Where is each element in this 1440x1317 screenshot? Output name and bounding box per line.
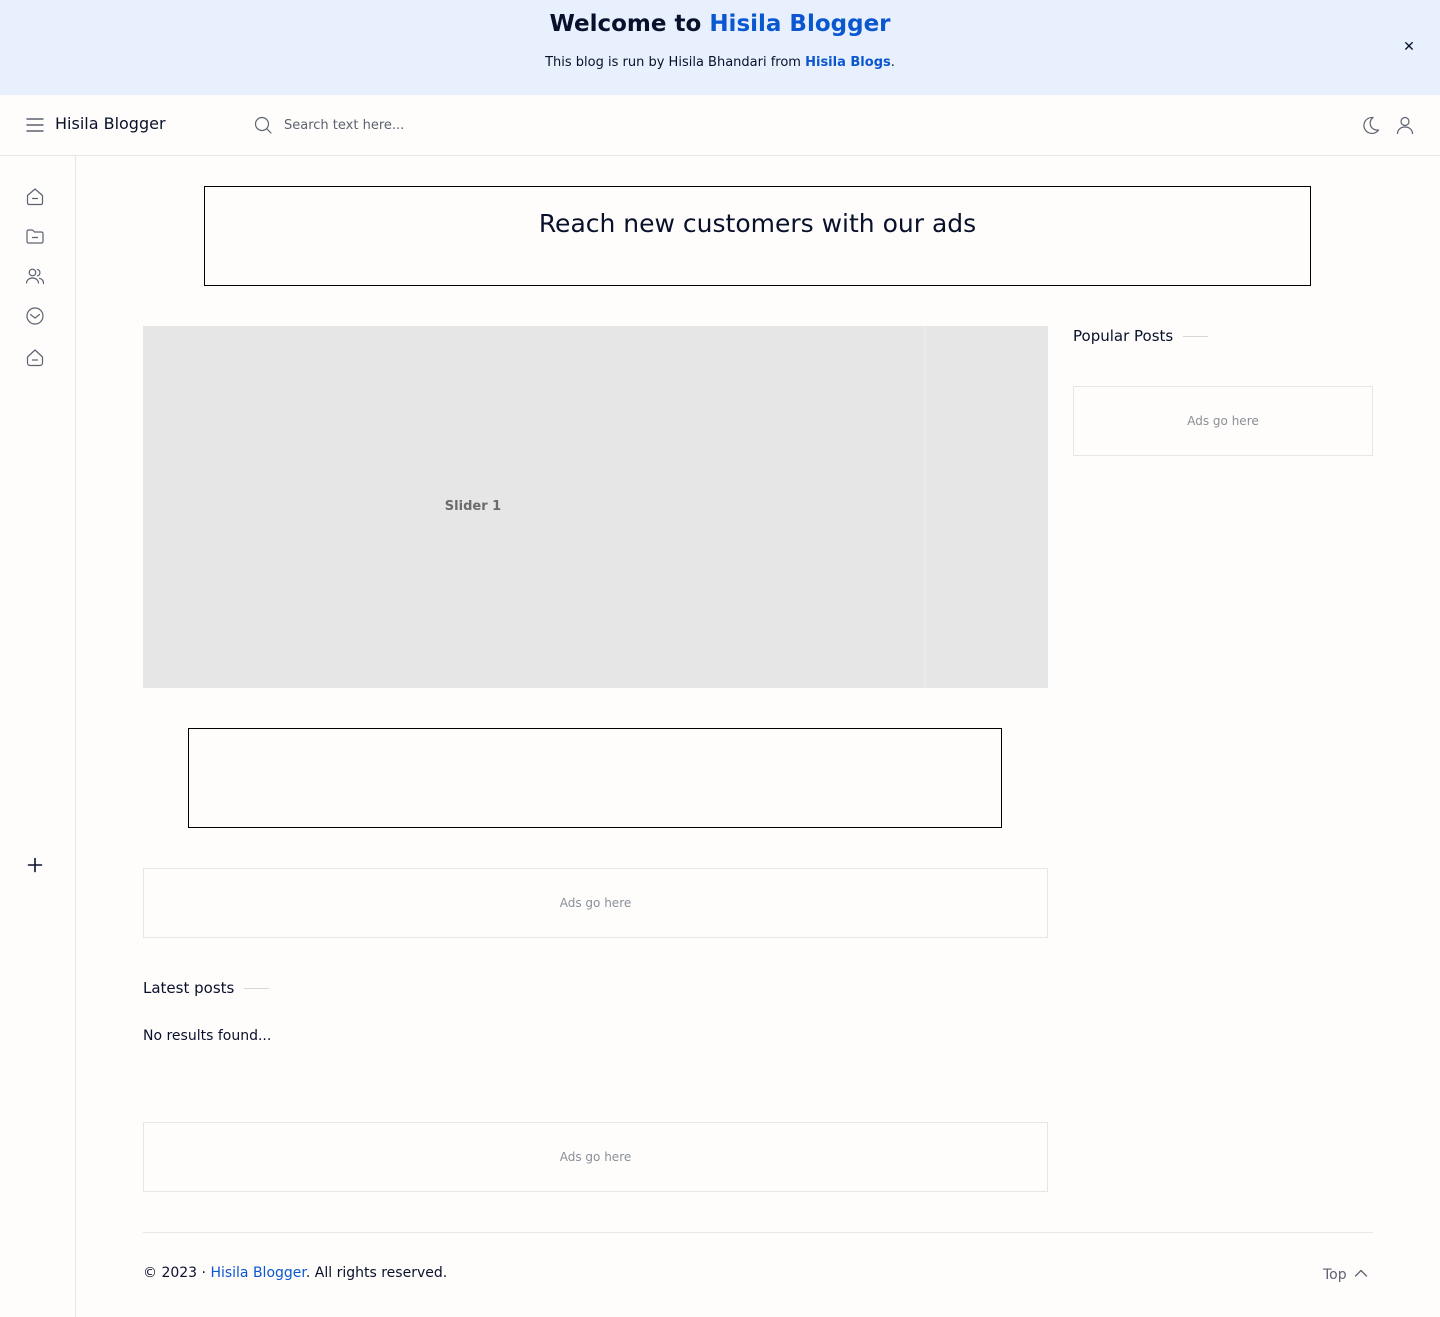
slider-next-edge [924, 326, 926, 688]
top-banner-text: Reach new customers with our ads [538, 209, 977, 238]
popular-posts-title: Popular Posts [1073, 327, 1174, 345]
featured-slider[interactable]: Slider 1 [143, 326, 1048, 688]
moon-icon[interactable] [1360, 114, 1382, 136]
heading-rule [1183, 336, 1209, 337]
welcome-subtitle: This blog is run by Hisila Bhandari from… [0, 55, 1440, 70]
ad-slot-main-1[interactable]: Ads go here [143, 868, 1048, 938]
latest-posts-heading: Latest posts [143, 979, 270, 997]
side-rail [0, 156, 76, 1317]
ad-slot-text: Ads go here [1187, 414, 1259, 428]
copyright-suffix: . All rights reserved. [305, 1265, 448, 1281]
back-to-top-button[interactable]: Top [1323, 1265, 1369, 1283]
close-icon[interactable]: ✕ [1400, 38, 1418, 56]
copyright-prefix: © 2023 · [143, 1265, 206, 1281]
mid-banner-ad[interactable] [188, 728, 1002, 828]
slider-label: Slider 1 [444, 499, 502, 514]
heading-rule [244, 988, 270, 989]
subtitle-prefix: This blog is run by Hisila Bhandari from [545, 55, 801, 70]
search-input[interactable] [284, 112, 784, 138]
ad-slot-main-2[interactable]: Ads go here [143, 1122, 1048, 1192]
no-results-text: No results found... [143, 1028, 272, 1044]
popular-posts-heading: Popular Posts [1073, 327, 1209, 345]
chevron-up-icon [1354, 1269, 1367, 1277]
ad-slot-text: Ads go here [559, 1150, 632, 1164]
welcome-prefix: Welcome to [549, 11, 702, 37]
top-header: Hisila Blogger [0, 95, 1440, 156]
shop-icon[interactable] [24, 346, 46, 368]
folder-icon[interactable] [24, 225, 46, 247]
top-banner-ad[interactable]: Reach new customers with our ads [204, 186, 1311, 286]
ad-slot-sidebar[interactable]: Ads go here [1073, 386, 1373, 456]
footer-divider [143, 1232, 1373, 1233]
plus-icon[interactable] [24, 854, 46, 876]
latest-posts-title: Latest posts [143, 979, 235, 997]
user-icon[interactable] [1394, 114, 1416, 136]
footer-brand-link[interactable]: Hisila Blogger [210, 1265, 305, 1281]
site-title[interactable]: Hisila Blogger [55, 114, 166, 133]
inbox-icon[interactable] [24, 305, 46, 327]
subtitle-suffix: . [890, 55, 895, 70]
footer-copyright: © 2023 · Hisila Blogger. All rights rese… [143, 1265, 447, 1281]
welcome-notice: Welcome to Hisila Blogger This blog is r… [0, 0, 1440, 95]
search-icon [253, 115, 273, 135]
welcome-brand: Hisila Blogger [709, 11, 891, 37]
ad-slot-text: Ads go here [559, 896, 632, 910]
users-icon[interactable] [24, 265, 46, 287]
menu-icon[interactable] [24, 114, 46, 136]
home-icon[interactable] [24, 185, 46, 207]
back-to-top-label: Top [1323, 1267, 1347, 1283]
welcome-heading: Welcome to Hisila Blogger [0, 11, 1440, 37]
subtitle-link[interactable]: Hisila Blogs [805, 55, 891, 70]
